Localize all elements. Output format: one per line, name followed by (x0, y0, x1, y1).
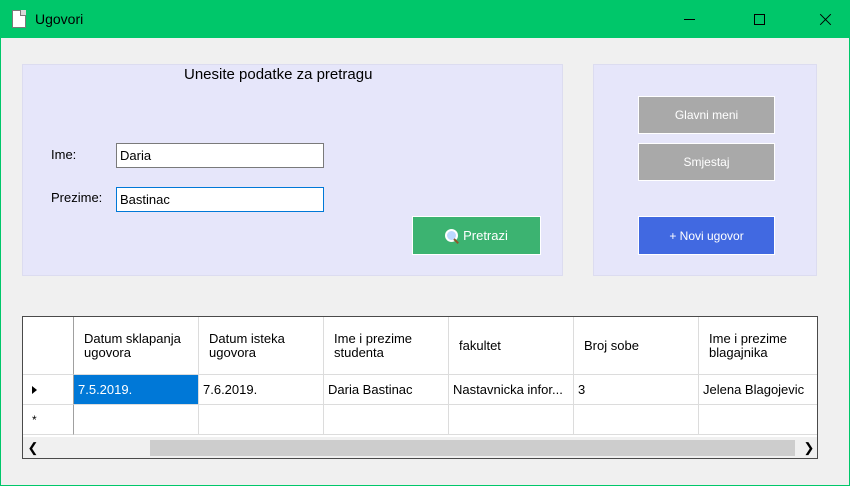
column-header[interactable]: Datum sklapanja ugovora (74, 317, 199, 375)
grid-corner-header[interactable] (23, 317, 74, 375)
room-button[interactable]: Smjestaj (638, 143, 775, 181)
title-bar: Ugovori (0, 0, 850, 38)
ime-input[interactable] (116, 143, 324, 168)
maximize-button[interactable] (736, 0, 782, 38)
scroll-left-icon[interactable]: ❮ (23, 437, 43, 458)
minimize-icon (683, 18, 695, 20)
grid-cell[interactable] (449, 405, 574, 435)
grid-cell[interactable]: 3 (574, 375, 699, 405)
prezime-input[interactable] (116, 187, 324, 212)
new-contract-button[interactable]: + Novi ugovor (638, 216, 775, 255)
grid-cell[interactable] (324, 405, 449, 435)
column-header[interactable]: Broj sobe (574, 317, 699, 375)
scroll-right-icon[interactable]: ❯ (799, 437, 817, 458)
search-panel-heading: Unesite podatke za pretragu (184, 66, 373, 83)
grid-cell[interactable] (74, 405, 199, 435)
table-row[interactable]: 7.5.2019. 7.6.2019. Daria Bastinac Nasta… (23, 375, 817, 405)
new-table-row[interactable]: * (23, 405, 817, 435)
column-header[interactable]: Ime i prezime blagajnika (699, 317, 817, 375)
scrollbar-thumb[interactable] (150, 440, 795, 456)
window-title: Ugovori (35, 11, 84, 27)
row-header[interactable]: * (23, 405, 74, 435)
grid-cell[interactable]: Daria Bastinac (324, 375, 449, 405)
row-header[interactable] (23, 375, 74, 405)
minimize-button[interactable] (666, 0, 712, 38)
column-header[interactable]: fakultet (449, 317, 574, 375)
close-icon (819, 13, 832, 26)
grid-cell[interactable]: Nastavnicka infor... (449, 375, 574, 405)
main-menu-button[interactable]: Glavni meni (638, 96, 775, 134)
current-row-arrow-icon (32, 385, 37, 394)
new-row-marker: * (32, 412, 37, 427)
grid-header-row: Datum sklapanja ugovora Datum isteka ugo… (23, 317, 817, 375)
prezime-label: Prezime: (51, 190, 103, 205)
search-button-label: Pretrazi (463, 228, 508, 243)
contracts-grid[interactable]: Datum sklapanja ugovora Datum isteka ugo… (22, 316, 818, 459)
document-icon (12, 10, 26, 28)
grid-cell[interactable]: 7.6.2019. (199, 375, 324, 405)
grid-cell[interactable] (574, 405, 699, 435)
grid-cell[interactable] (199, 405, 324, 435)
horizontal-scrollbar[interactable]: ❮ ❯ (23, 437, 817, 458)
column-header[interactable]: Ime i prezime studenta (324, 317, 449, 375)
search-button[interactable]: Pretrazi (412, 216, 541, 255)
close-button[interactable] (802, 0, 848, 38)
grid-cell[interactable]: Jelena Blagojevic (699, 375, 817, 405)
grid-cell[interactable] (699, 405, 817, 435)
magnifier-icon (445, 228, 459, 243)
maximize-icon (753, 13, 765, 25)
grid-cell[interactable]: 7.5.2019. (74, 375, 199, 405)
column-header[interactable]: Datum isteka ugovora (199, 317, 324, 375)
ime-label: Ime: (51, 147, 77, 162)
